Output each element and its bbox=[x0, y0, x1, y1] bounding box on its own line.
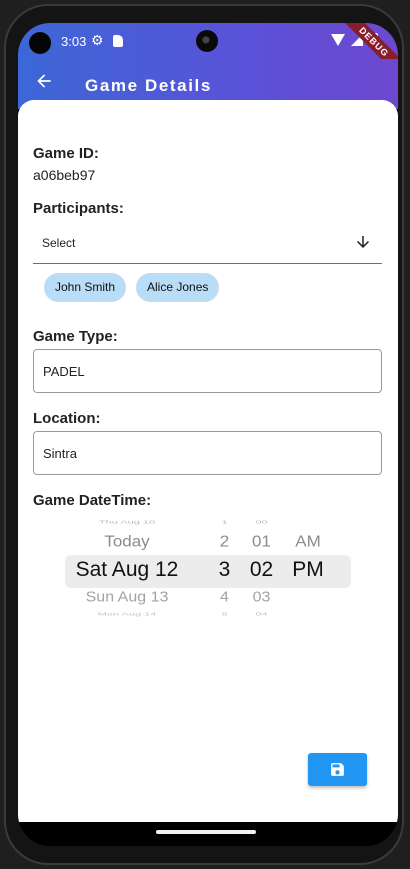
game-type-label: Game Type: bbox=[33, 328, 118, 345]
page-title: Game Details bbox=[85, 76, 212, 95]
picker-hour: 5 bbox=[221, 611, 228, 617]
phone-screen: 3:03 ⚙ DEBUG Game Details Game ID: a06be… bbox=[18, 23, 398, 846]
datetime-picker[interactable]: Thu Aug 10 1 00 Today 2 01 AM Sat Aug 12… bbox=[65, 516, 351, 620]
sd-card-icon bbox=[113, 35, 123, 47]
game-type-value: PADEL bbox=[43, 364, 85, 379]
participants-dropdown-placeholder: Select bbox=[42, 236, 76, 250]
save-button[interactable] bbox=[308, 753, 367, 786]
front-camera bbox=[196, 30, 218, 52]
picker-date: Thu Aug 10 bbox=[98, 519, 156, 525]
location-field[interactable]: Sintra bbox=[33, 431, 382, 475]
location-value: Sintra bbox=[43, 446, 77, 461]
picker-date: Today bbox=[104, 533, 150, 551]
game-id-label: Game ID: bbox=[33, 145, 99, 162]
settings-icon: ⚙ bbox=[91, 32, 104, 48]
picker-hour: 4 bbox=[220, 589, 229, 606]
game-type-field[interactable]: PADEL bbox=[33, 349, 382, 393]
picker-ampm-selected: PM bbox=[292, 558, 324, 581]
picker-minute: 04 bbox=[255, 611, 268, 617]
game-datetime-label: Game DateTime: bbox=[33, 492, 152, 509]
participant-chip-alice-jones[interactable]: Alice Jones bbox=[136, 273, 220, 302]
game-id-value: a06beb97 bbox=[33, 167, 96, 183]
picker-minute: 03 bbox=[252, 589, 271, 606]
picker-date: Sun Aug 13 bbox=[85, 589, 169, 606]
picker-minute: 00 bbox=[255, 519, 268, 525]
picker-date-selected: Sat Aug 12 bbox=[75, 558, 179, 581]
picker-hour: 2 bbox=[219, 533, 230, 551]
participant-chip-john-smith[interactable]: John Smith bbox=[44, 273, 127, 302]
navigation-handle[interactable] bbox=[156, 830, 256, 834]
participants-label: Participants: bbox=[33, 200, 124, 217]
status-bar: 3:03 ⚙ DEBUG bbox=[18, 23, 398, 83]
status-time: 3:03 bbox=[61, 34, 87, 49]
save-icon bbox=[331, 763, 344, 776]
picker-minute: 01 bbox=[252, 533, 271, 551]
camera-cutout bbox=[29, 32, 51, 54]
picker-minute-selected: 02 bbox=[249, 558, 274, 581]
picker-date: Mon Aug 14 bbox=[97, 611, 157, 617]
picker-hour: 1 bbox=[221, 519, 228, 525]
location-label: Location: bbox=[33, 410, 101, 427]
participants-dropdown[interactable]: Select bbox=[33, 223, 382, 264]
back-arrow-icon[interactable] bbox=[34, 71, 54, 91]
picker-hour-selected: 3 bbox=[218, 558, 231, 581]
game-details-form: Game ID: a06beb97 Participants: Select J… bbox=[18, 100, 398, 822]
arrow-down-icon bbox=[357, 236, 369, 248]
wifi-icon bbox=[331, 34, 345, 46]
picker-ampm: AM bbox=[295, 533, 321, 551]
